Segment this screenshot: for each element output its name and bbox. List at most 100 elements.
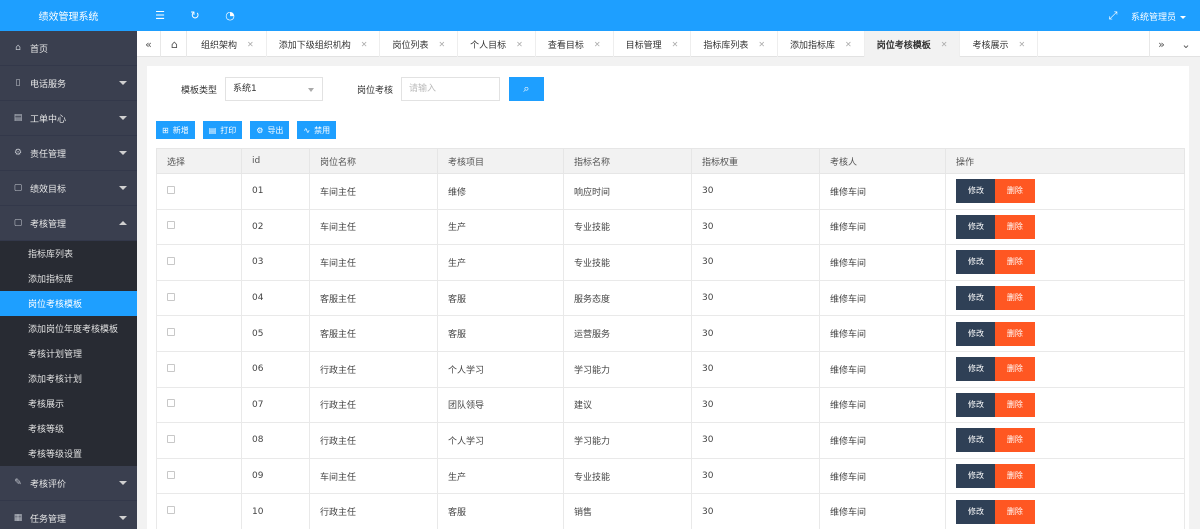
table-cell: 运营服务 [563,315,692,352]
tab-4[interactable]: 查看目标 ✕ [536,31,614,57]
tab-6[interactable]: 指标库列表 ✕ [691,31,779,57]
home-icon: ⌂ [15,43,21,53]
table-cell: 学习能力 [563,350,692,388]
edit-button[interactable]: 修改 [956,286,996,311]
close-icon[interactable]: ✕ [594,40,601,49]
close-icon[interactable]: ✕ [247,40,254,49]
sidebar-item-label: 工单中心 [30,114,67,125]
edit-button[interactable]: 修改 [956,214,996,239]
submenu-item-2[interactable]: 岗位考核模板 [0,291,137,316]
delete-button[interactable]: 删除 [994,464,1035,489]
disable-icon: ∿ [303,125,311,135]
user-menu[interactable]: 系统管理员 [1131,10,1186,23]
close-icon[interactable]: ✕ [438,40,445,49]
home-tab-icon[interactable]: ⌂ [163,31,187,57]
tabs-next-icon[interactable]: » [1149,31,1173,57]
tab-1[interactable]: 添加下级组织机构 ✕ [267,31,381,57]
tabs-prev-icon[interactable]: « [137,31,161,57]
table-cell: 车间主任 [309,244,438,281]
chevron-down-icon [119,516,127,520]
export-button[interactable]: ⚙ 导出 [250,121,290,139]
row-checkbox[interactable] [167,363,175,372]
delete-button[interactable]: 删除 [994,286,1035,311]
edit-button[interactable]: 修改 [956,179,996,204]
row-checkbox[interactable] [167,399,175,408]
submenu-item-5[interactable]: 添加考核计划 [0,366,137,391]
refresh-icon[interactable]: ↻ [188,9,202,23]
edit-button[interactable]: 修改 [956,392,996,417]
row-checkbox[interactable] [167,256,175,265]
close-icon[interactable]: ✕ [845,40,852,49]
sidebar-item-0[interactable]: ⌂ 首页 [0,31,137,66]
delete-button[interactable]: 删除 [994,357,1035,382]
close-icon[interactable]: ✕ [672,40,679,49]
table-cell: 维修车间 [819,279,946,317]
delete-button[interactable]: 删除 [994,250,1035,275]
edit-button[interactable]: 修改 [956,499,996,524]
tab-9[interactable]: 考核展示 ✕ [960,31,1039,57]
edit-button[interactable]: 修改 [956,321,996,346]
fullscreen-icon[interactable]: ⤢ [1106,9,1120,23]
print-button[interactable]: ▤ 打印 [202,121,243,139]
submenu-item-6[interactable]: 考核展示 [0,391,137,416]
row-checkbox[interactable] [167,328,175,337]
tab-0[interactable]: 组织架构 ✕ [189,31,267,57]
row-checkbox[interactable] [167,185,175,194]
sidebar-item-5[interactable]: ▢ 考核管理 [0,206,137,241]
table-cell: 客服 [437,315,564,352]
tab-3[interactable]: 个人目标 ✕ [458,31,536,57]
row-checkbox[interactable] [167,221,175,230]
delete-button[interactable]: 删除 [994,214,1035,239]
row-checkbox[interactable] [167,292,175,301]
post-search-input[interactable] [401,77,500,101]
delete-button[interactable]: 删除 [994,179,1035,204]
select-cell [156,173,242,210]
phone-icon: ▯ [15,78,21,88]
edit-button[interactable]: 修改 [956,464,996,489]
close-icon[interactable]: ✕ [758,40,765,49]
close-icon[interactable]: ✕ [361,40,368,49]
sidebar-item-3[interactable]: ⚙ 责任管理 [0,136,137,171]
tabs-more-icon[interactable]: ⌄ [1174,31,1198,57]
menu-toggle-icon[interactable]: ☰ [153,9,167,23]
sidebar-item-2[interactable]: ▤ 工单中心 [0,101,137,136]
submenu-item-8[interactable]: 考核等级设置 [0,441,137,466]
edit-button[interactable]: 修改 [956,428,996,453]
edit-button[interactable]: 修改 [956,357,996,382]
submenu-item-3[interactable]: 添加岗位年度考核模板 [0,316,137,341]
table-cell: 维修车间 [819,422,946,459]
delete-button[interactable]: 删除 [994,321,1035,346]
tab-2[interactable]: 岗位列表 ✕ [380,31,459,57]
tab-5[interactable]: 目标管理 ✕ [614,31,692,57]
add-button[interactable]: ⊞ 新增 [156,121,195,139]
submenu-item-4[interactable]: 考核计划管理 [0,341,137,366]
table-cell: 维修 [437,173,564,210]
sidebar-item-1[interactable]: ▯ 电话服务 [0,66,137,101]
delete-button[interactable]: 删除 [994,392,1035,417]
sidebar-item-a0[interactable]: ✎ 考核评价 [0,466,137,501]
row-checkbox[interactable] [167,506,175,515]
select-cell [156,386,242,424]
sidebar-item-4[interactable]: ▢ 绩效目标 [0,171,137,206]
submenu-item-0[interactable]: 指标库列表 [0,241,137,266]
theme-icon[interactable]: ◔ [223,9,237,23]
close-icon[interactable]: ✕ [516,40,523,49]
close-icon[interactable]: ✕ [941,40,948,49]
table-cell: 07 [241,386,310,424]
tab-8[interactable]: 岗位考核模板 ✕ [864,31,961,57]
sidebar-item-a1[interactable]: ▦ 任务管理 [0,501,137,529]
table-header: 选择 id 岗位名称 考核项目 指标名称 指标权重 考核人 操作 [156,148,1185,174]
edit-button[interactable]: 修改 [956,250,996,275]
close-icon[interactable]: ✕ [1018,40,1025,49]
disable-button[interactable]: ∿ 禁用 [297,121,337,139]
delete-button[interactable]: 删除 [994,428,1035,453]
select-cell [156,493,242,529]
search-button[interactable]: ⌕ [509,77,544,101]
row-checkbox[interactable] [167,434,175,443]
template-type-select[interactable]: 系统1 [225,77,323,101]
delete-button[interactable]: 删除 [994,499,1035,524]
submenu-item-7[interactable]: 考核等级 [0,416,137,441]
row-checkbox[interactable] [167,470,175,479]
submenu-item-1[interactable]: 添加指标库 [0,266,137,291]
tab-7[interactable]: 添加指标库 ✕ [778,31,865,57]
